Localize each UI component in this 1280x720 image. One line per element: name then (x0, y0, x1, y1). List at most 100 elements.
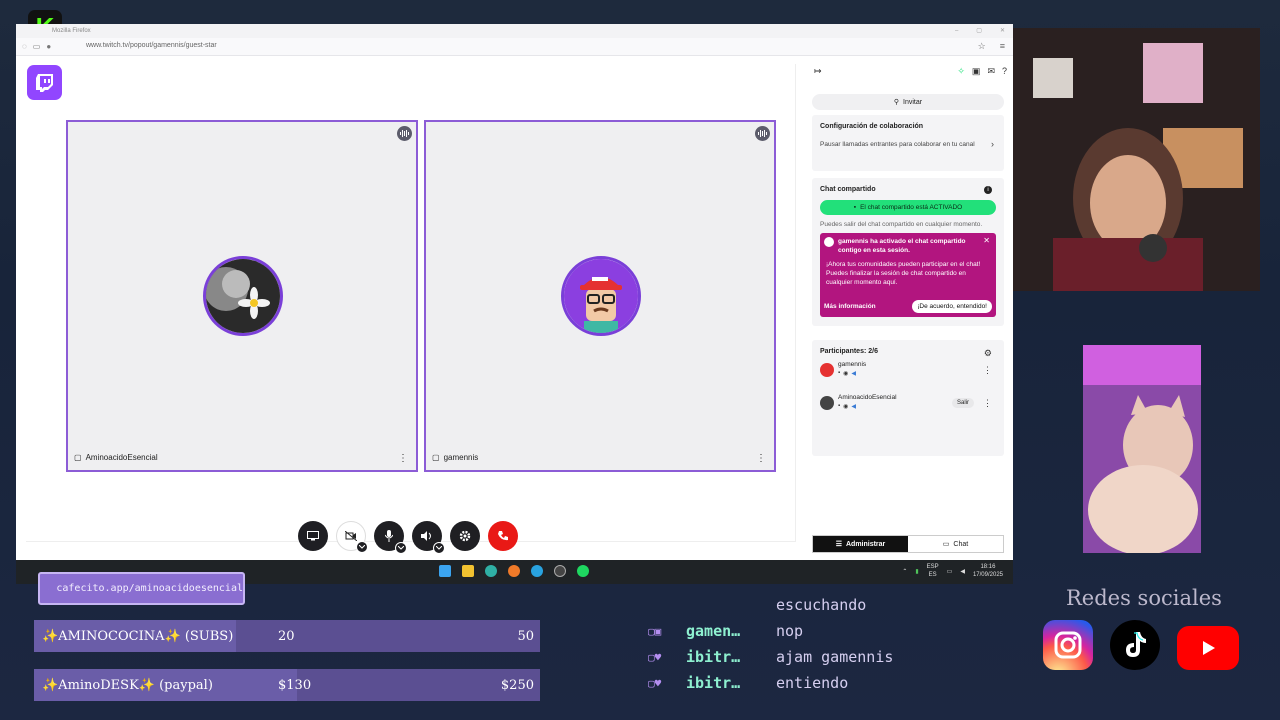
cafecito-banner: cafecito.app/aminoacidoesencial (38, 572, 245, 605)
avatar (203, 256, 283, 336)
more-options-icon[interactable]: ⋮ (398, 453, 408, 464)
shield-icon[interactable]: ◌ (22, 42, 27, 51)
chat-message: ▢♥ ibitr… entiendo (648, 673, 848, 693)
camera-icon: ◉ (843, 371, 849, 377)
maximize-icon[interactable]: ▢ (976, 24, 982, 38)
info-icon[interactable]: i (984, 186, 992, 194)
windows-start-icon[interactable] (439, 565, 451, 577)
address-bar: ◌ ▭ ● www.twitch.tv/popout/gamennis/gues… (16, 38, 1013, 56)
chat-user: ibitr… (686, 648, 741, 666)
microphone-button[interactable] (374, 521, 407, 554)
guest-stage: ▢ AminoacidoEsencial ⋮ ▢ gamennis ⋮ (26, 64, 796, 542)
avatar (820, 363, 834, 377)
leave-button[interactable]: Salir (951, 398, 974, 408)
url-field[interactable]: www.twitch.tv/popout/gamennis/guest-star (86, 42, 217, 49)
chat-message: escuchando (648, 595, 866, 615)
chevron-right-icon[interactable]: › (991, 139, 994, 149)
chat-message: ▢♥ ibitr… ajam gamennis (648, 647, 893, 667)
tile-name: gamennis (443, 453, 479, 462)
audio-wave-icon (397, 126, 412, 141)
chat-badges-icon: ▢♥ (648, 676, 662, 690)
social-title: Redes sociales (1066, 586, 1222, 610)
guest-tile[interactable]: ▢ AminoacidoEsencial ⋮ (66, 120, 418, 472)
participant-row: AminoacidoEsencial ▪ ◉ ◀ Salir ⋮ (820, 394, 996, 421)
panel-toolbar: ↦ ✧ ▣ ✉ ? (808, 66, 1013, 82)
network-icon[interactable]: ▭ (947, 568, 953, 575)
inbox-icon[interactable]: ✉ (987, 66, 995, 77)
gear-icon[interactable]: ⚙ (984, 348, 992, 359)
screen-share-icon (307, 531, 319, 541)
collapse-panel-icon[interactable]: ↦ (814, 66, 822, 77)
chat-text: nop (776, 622, 804, 640)
menu-icon[interactable]: ≡ (1000, 41, 1005, 52)
clock[interactable]: 18:16 17/09/2025 (973, 563, 1003, 579)
shared-chat-status-button[interactable]: ▪ El chat compartido está ACTIVADO (820, 200, 996, 215)
popout-chat-icon[interactable]: ▣ (972, 66, 981, 77)
tab-chat-label: Chat (953, 540, 969, 548)
close-icon[interactable]: ✕ (983, 236, 990, 245)
participants-title: Participantes: 2/6 (820, 348, 878, 355)
chevron-down-icon[interactable] (356, 541, 368, 553)
end-call-button[interactable] (488, 521, 518, 551)
participant-row: gamennis ▪ ◉ ◀ ⋮ (820, 361, 996, 388)
avatar (820, 396, 834, 410)
settings-button[interactable] (450, 521, 480, 551)
edge-icon[interactable] (485, 565, 497, 577)
chevron-down-icon[interactable] (395, 542, 407, 554)
lock-icon[interactable]: ▭ (33, 42, 41, 51)
audio-wave-icon (755, 126, 770, 141)
more-info-link[interactable]: Más información (824, 303, 876, 310)
title-bar: Mozilla Firefox – ▢ ✕ (16, 24, 1013, 38)
permissions-icon[interactable]: ● (46, 42, 51, 51)
streamer-webcam (1013, 28, 1260, 291)
chat-badges-icon: ▢♥ (648, 650, 662, 664)
obs-icon[interactable] (554, 565, 566, 577)
guest-tile[interactable]: ▢ gamennis ⋮ (424, 120, 776, 472)
shared-chat-card: Chat compartido i ▪ El chat compartido e… (812, 178, 1004, 326)
phone-end-icon (498, 531, 508, 541)
collab-title: Configuración de colaboración (820, 123, 924, 130)
chat-icon: ▪ (838, 370, 841, 376)
camera-toggle-button[interactable] (336, 521, 368, 553)
minimize-icon[interactable]: – (955, 24, 958, 38)
speaker-button[interactable] (412, 521, 445, 554)
volume-icon[interactable]: ◀ (960, 568, 965, 575)
more-options-icon[interactable]: ⋮ (983, 365, 992, 376)
chat-bubble-icon: ▪ (853, 204, 857, 211)
help-icon[interactable]: ? (1002, 66, 1007, 77)
volume-icon: ◀ (851, 371, 857, 377)
tab-chat[interactable]: ▭ Chat (908, 536, 1003, 552)
add-user-icon: ⚲ (893, 99, 900, 106)
tray-mic-icon[interactable]: ▮ (915, 568, 918, 575)
shared-chat-note: Puedes salir del chat compartido en cual… (820, 221, 983, 228)
spotify-icon[interactable] (577, 565, 589, 577)
speaker-icon (421, 531, 431, 541)
browser-window: Mozilla Firefox – ▢ ✕ ◌ ▭ ● www.twitch.t… (16, 24, 1013, 560)
tile-name: AminoacidoEsencial (85, 453, 158, 462)
chat-badges-icon: ▢▣ (648, 624, 662, 638)
screen-share-button[interactable] (298, 521, 328, 551)
invite-button[interactable]: ⚲ Invitar (812, 94, 1004, 110)
group-icon: ☰ (835, 541, 842, 548)
lang-top: ESP (926, 564, 939, 570)
tab-admin[interactable]: ☰ Administrar (813, 536, 908, 552)
telegram-icon[interactable] (531, 565, 543, 577)
tray-chevron-icon[interactable]: ⌃ (902, 568, 907, 575)
invite-label: Invitar (903, 98, 923, 106)
file-explorer-icon[interactable] (462, 565, 474, 577)
panel-tabs: ☰ Administrar ▭ Chat (812, 535, 1004, 553)
acknowledge-button[interactable]: ¡De acuerdo, entendido! (912, 300, 992, 313)
language-indicator[interactable]: ESP ES (927, 563, 939, 579)
sparkle-icon[interactable]: ✧ (957, 66, 965, 77)
collab-settings-card[interactable]: Configuración de colaboración Pausar lla… (812, 115, 1004, 171)
close-window-icon[interactable]: ✕ (1000, 24, 1005, 38)
chat-text: entiendo (776, 674, 849, 692)
bookmark-star-icon[interactable]: ☆ (978, 41, 986, 52)
goal-label: ✨AminoDESK✨ (paypal) (42, 677, 213, 693)
more-options-icon[interactable]: ⋮ (983, 398, 992, 409)
chevron-down-icon[interactable] (433, 542, 445, 554)
firefox-icon[interactable] (508, 565, 520, 577)
chat-user: gamen… (686, 622, 741, 640)
tiktok-icon (1110, 620, 1160, 670)
more-options-icon[interactable]: ⋮ (756, 453, 766, 464)
